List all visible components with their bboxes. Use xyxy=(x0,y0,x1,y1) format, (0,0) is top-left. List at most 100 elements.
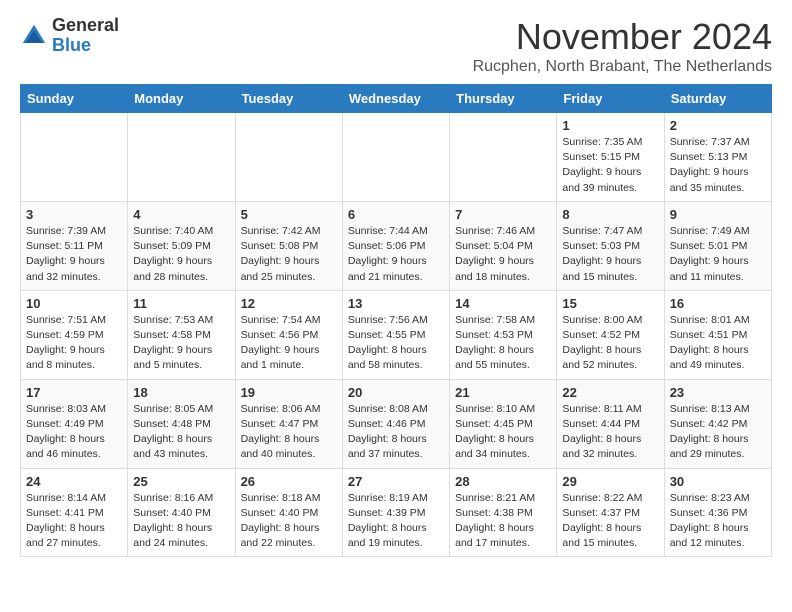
day-number: 19 xyxy=(241,385,337,400)
day-number: 6 xyxy=(348,207,444,222)
calendar-cell: 7 Sunrise: 7:46 AM Sunset: 5:04 PM Daylig… xyxy=(450,201,557,290)
calendar-cell: 23 Sunrise: 8:13 AM Sunset: 4:42 PM Dayli… xyxy=(664,379,771,468)
header-day-tuesday: Tuesday xyxy=(235,85,342,113)
header-day-monday: Monday xyxy=(128,85,235,113)
logo-general-text: General xyxy=(52,16,119,36)
calendar-cell: 11 Sunrise: 7:53 AM Sunset: 4:58 PM Dayli… xyxy=(128,290,235,379)
calendar-cell: 12Sunrise: 7:54 AM Sunset: 4:56 PM Dayli… xyxy=(235,290,342,379)
week-row-4: 17 Sunrise: 8:03 AM Sunset: 4:49 PM Dayli… xyxy=(21,379,772,468)
calendar-cell: 10 Sunrise: 7:51 AM Sunset: 4:59 PM Dayli… xyxy=(21,290,128,379)
day-number: 7 xyxy=(455,207,551,222)
day-info: Sunrise: 8:19 AM Sunset: 4:39 PM Dayligh… xyxy=(348,491,444,552)
calendar-cell: 24 Sunrise: 8:14 AM Sunset: 4:41 PM Dayli… xyxy=(21,468,128,557)
day-info: Sunrise: 7:56 AM Sunset: 4:55 PM Dayligh… xyxy=(348,313,444,374)
day-info: Sunrise: 7:47 AM Sunset: 5:03 PM Dayligh… xyxy=(562,224,658,285)
day-info: Sunrise: 8:13 AM Sunset: 4:42 PM Dayligh… xyxy=(670,402,766,463)
day-number: 15 xyxy=(562,296,658,311)
calendar-cell xyxy=(21,113,128,202)
day-info: Sunrise: 7:40 AM Sunset: 5:09 PM Dayligh… xyxy=(133,224,229,285)
week-row-3: 10 Sunrise: 7:51 AM Sunset: 4:59 PM Dayli… xyxy=(21,290,772,379)
day-number: 29 xyxy=(562,474,658,489)
day-number: 27 xyxy=(348,474,444,489)
calendar-cell: 14Sunrise: 7:58 AM Sunset: 4:53 PM Dayli… xyxy=(450,290,557,379)
day-info: Sunrise: 7:46 AM Sunset: 5:04 PM Dayligh… xyxy=(455,224,551,285)
day-info: Sunrise: 8:18 AM Sunset: 4:40 PM Dayligh… xyxy=(241,491,337,552)
day-info: Sunrise: 8:14 AM Sunset: 4:41 PM Dayligh… xyxy=(26,491,122,552)
day-info: Sunrise: 8:03 AM Sunset: 4:49 PM Dayligh… xyxy=(26,402,122,463)
header-day-friday: Friday xyxy=(557,85,664,113)
day-number: 17 xyxy=(26,385,122,400)
header-day-saturday: Saturday xyxy=(664,85,771,113)
day-number: 16 xyxy=(670,296,766,311)
day-info: Sunrise: 8:05 AM Sunset: 4:48 PM Dayligh… xyxy=(133,402,229,463)
calendar-cell: 30 Sunrise: 8:23 AM Sunset: 4:36 PM Dayli… xyxy=(664,468,771,557)
day-number: 5 xyxy=(241,207,337,222)
calendar-cell: 17 Sunrise: 8:03 AM Sunset: 4:49 PM Dayli… xyxy=(21,379,128,468)
calendar-cell: 3Sunrise: 7:39 AM Sunset: 5:11 PM Daylig… xyxy=(21,201,128,290)
day-number: 20 xyxy=(348,385,444,400)
day-number: 11 xyxy=(133,296,229,311)
logo-icon xyxy=(20,22,48,50)
day-info: Sunrise: 8:11 AM Sunset: 4:44 PM Dayligh… xyxy=(562,402,658,463)
day-number: 8 xyxy=(562,207,658,222)
day-number: 21 xyxy=(455,385,551,400)
day-number: 13 xyxy=(348,296,444,311)
calendar-cell: 1 Sunrise: 7:35 AM Sunset: 5:15 PM Daylig… xyxy=(557,113,664,202)
calendar-cell: 15 Sunrise: 8:00 AM Sunset: 4:52 PM Dayli… xyxy=(557,290,664,379)
day-number: 4 xyxy=(133,207,229,222)
day-info: Sunrise: 8:10 AM Sunset: 4:45 PM Dayligh… xyxy=(455,402,551,463)
calendar-cell: 13 Sunrise: 7:56 AM Sunset: 4:55 PM Dayli… xyxy=(342,290,449,379)
calendar-cell: 22 Sunrise: 8:11 AM Sunset: 4:44 PM Dayli… xyxy=(557,379,664,468)
calendar-cell: 4 Sunrise: 7:40 AM Sunset: 5:09 PM Daylig… xyxy=(128,201,235,290)
calendar-cell xyxy=(342,113,449,202)
day-number: 2 xyxy=(670,118,766,133)
day-number: 28 xyxy=(455,474,551,489)
calendar-cell: 6Sunrise: 7:44 AM Sunset: 5:06 PM Daylig… xyxy=(342,201,449,290)
day-number: 10 xyxy=(26,296,122,311)
calendar-cell: 28Sunrise: 8:21 AM Sunset: 4:38 PM Dayli… xyxy=(450,468,557,557)
day-info: Sunrise: 7:51 AM Sunset: 4:59 PM Dayligh… xyxy=(26,313,122,374)
day-info: Sunrise: 8:22 AM Sunset: 4:37 PM Dayligh… xyxy=(562,491,658,552)
logo-blue-text: Blue xyxy=(52,36,119,56)
calendar-cell xyxy=(128,113,235,202)
logo: General Blue xyxy=(20,16,119,56)
day-number: 24 xyxy=(26,474,122,489)
day-number: 18 xyxy=(133,385,229,400)
calendar-cell: 26 Sunrise: 8:18 AM Sunset: 4:40 PM Dayli… xyxy=(235,468,342,557)
calendar-cell: 20Sunrise: 8:08 AM Sunset: 4:46 PM Dayli… xyxy=(342,379,449,468)
calendar-cell: 19 Sunrise: 8:06 AM Sunset: 4:47 PM Dayli… xyxy=(235,379,342,468)
day-info: Sunrise: 7:42 AM Sunset: 5:08 PM Dayligh… xyxy=(241,224,337,285)
day-number: 26 xyxy=(241,474,337,489)
day-info: Sunrise: 8:23 AM Sunset: 4:36 PM Dayligh… xyxy=(670,491,766,552)
header-day-sunday: Sunday xyxy=(21,85,128,113)
day-info: Sunrise: 7:39 AM Sunset: 5:11 PM Dayligh… xyxy=(26,224,122,285)
day-number: 30 xyxy=(670,474,766,489)
calendar-cell xyxy=(235,113,342,202)
calendar-header-row: SundayMondayTuesdayWednesdayThursdayFrid… xyxy=(21,85,772,113)
day-info: Sunrise: 7:35 AM Sunset: 5:15 PM Dayligh… xyxy=(562,135,658,196)
day-number: 25 xyxy=(133,474,229,489)
calendar-cell: 29 Sunrise: 8:22 AM Sunset: 4:37 PM Dayli… xyxy=(557,468,664,557)
header: General Blue November 2024 Rucphen, Nort… xyxy=(20,16,772,76)
day-number: 9 xyxy=(670,207,766,222)
day-number: 1 xyxy=(562,118,658,133)
day-info: Sunrise: 7:49 AM Sunset: 5:01 PM Dayligh… xyxy=(670,224,766,285)
day-number: 14 xyxy=(455,296,551,311)
calendar-cell: 9 Sunrise: 7:49 AM Sunset: 5:01 PM Daylig… xyxy=(664,201,771,290)
day-number: 12 xyxy=(241,296,337,311)
day-number: 22 xyxy=(562,385,658,400)
day-info: Sunrise: 7:37 AM Sunset: 5:13 PM Dayligh… xyxy=(670,135,766,196)
week-row-2: 3Sunrise: 7:39 AM Sunset: 5:11 PM Daylig… xyxy=(21,201,772,290)
day-number: 23 xyxy=(670,385,766,400)
header-day-wednesday: Wednesday xyxy=(342,85,449,113)
day-info: Sunrise: 7:53 AM Sunset: 4:58 PM Dayligh… xyxy=(133,313,229,374)
calendar-cell: 25Sunrise: 8:16 AM Sunset: 4:40 PM Dayli… xyxy=(128,468,235,557)
calendar-cell: 27 Sunrise: 8:19 AM Sunset: 4:39 PM Dayli… xyxy=(342,468,449,557)
day-info: Sunrise: 8:01 AM Sunset: 4:51 PM Dayligh… xyxy=(670,313,766,374)
day-info: Sunrise: 8:00 AM Sunset: 4:52 PM Dayligh… xyxy=(562,313,658,374)
calendar-table: SundayMondayTuesdayWednesdayThursdayFrid… xyxy=(20,84,772,557)
location-subtitle: Rucphen, North Brabant, The Netherlands xyxy=(473,58,772,76)
week-row-1: 1 Sunrise: 7:35 AM Sunset: 5:15 PM Daylig… xyxy=(21,113,772,202)
day-info: Sunrise: 8:06 AM Sunset: 4:47 PM Dayligh… xyxy=(241,402,337,463)
calendar-cell xyxy=(450,113,557,202)
